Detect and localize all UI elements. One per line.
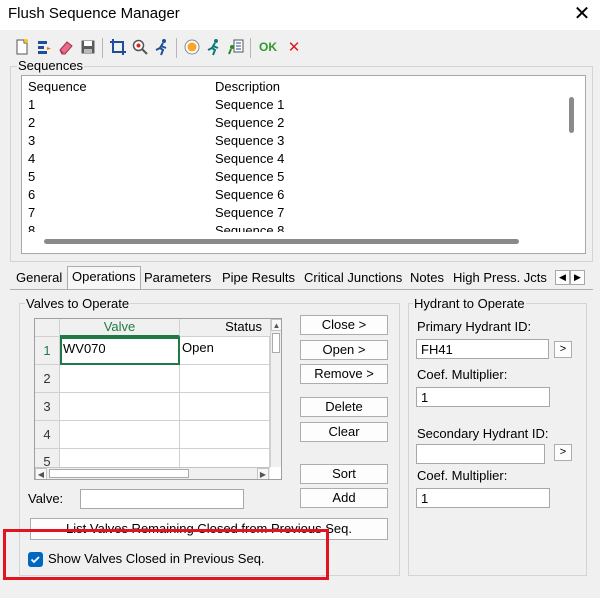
grid-cell-valve[interactable] [60,421,180,449]
run-icon[interactable] [204,36,224,58]
tab-strip: General Operations Parameters Pipe Resul… [0,266,600,290]
zoom-icon[interactable] [130,36,150,58]
list-item[interactable]: 7 Sequence 7 [22,205,562,223]
list-item[interactable]: 3 Sequence 3 [22,133,562,151]
scroll-right-icon[interactable]: ▶ [257,468,269,479]
column-header-valve[interactable]: Valve [60,319,180,337]
primary-hydrant-input[interactable]: FH41 [416,339,549,359]
open-valve-button[interactable]: Open > [300,340,388,360]
sequence-list-horizontal-scrollbar[interactable] [44,239,519,244]
sequence-list-vertical-scrollbar[interactable] [569,97,574,133]
grid-cell-valve[interactable] [60,449,180,469]
list-item[interactable]: 5 Sequence 5 [22,169,562,187]
tab-scroll-right-icon[interactable]: ▶ [570,270,585,285]
grid-cell-status[interactable] [180,393,270,421]
close-window-button[interactable]: ✕ [568,1,596,27]
grid-cell-status[interactable] [180,449,270,469]
hydrant-group-label: Hydrant to Operate [413,296,526,311]
tab-notes[interactable]: Notes [406,268,448,288]
grid-cell-status[interactable]: Open [180,337,270,365]
toolbar-separator [102,38,103,58]
list-item[interactable]: 4 Sequence 4 [22,151,562,169]
valves-grid[interactable]: Valve Status 1 2 3 4 5 WV070 Open ▲ ◀ ▶ [34,318,282,480]
primary-coef-multiplier-input[interactable]: 1 [416,387,550,407]
row-header: 4 [35,421,60,449]
grid-horizontal-scroll-thumb[interactable] [49,469,189,478]
tab-high-press-jcts[interactable]: High Press. Jcts [449,268,551,288]
ok-icon[interactable]: OK [256,36,280,58]
new-document-icon[interactable] [12,36,32,58]
tab-operations[interactable]: Operations [67,266,141,289]
coef-multiplier-label: Coef. Multiplier: [417,367,508,382]
tab-critical-junctions[interactable]: Critical Junctions [300,268,406,288]
list-item[interactable]: 2 Sequence 2 [22,115,562,133]
grid-cell-status[interactable] [180,365,270,393]
sort-button[interactable]: Sort [300,464,388,484]
grid-cell-valve[interactable] [60,393,180,421]
grid-cell-status[interactable] [180,421,270,449]
crop-icon[interactable] [108,36,128,58]
window-title: Flush Sequence Manager [8,5,180,22]
cancel-icon[interactable]: ✕ [284,36,304,58]
secondary-hydrant-input[interactable] [416,444,545,464]
row-header: 1 [35,337,60,365]
grid-corner [35,319,60,337]
row-header: 5 [35,449,60,469]
column-header-sequence[interactable]: Sequence [28,79,87,94]
highlight-annotation [3,529,329,580]
toolbar-separator [250,38,251,58]
tab-parameters[interactable]: Parameters [140,268,215,288]
tab-general[interactable]: General [12,268,66,288]
column-header-description[interactable]: Description [215,79,280,94]
row-header: 2 [35,365,60,393]
valves-group-label: Valves to Operate [25,296,131,311]
eraser-icon[interactable] [56,36,76,58]
clear-button[interactable]: Clear [300,422,388,442]
save-icon[interactable] [78,36,98,58]
column-header-status[interactable]: Status [180,319,281,337]
scroll-left-icon[interactable]: ◀ [35,468,47,479]
tab-pipe-results[interactable]: Pipe Results [218,268,299,288]
toolbar: OK ✕ [10,36,362,60]
pick-primary-hydrant-button[interactable]: > [554,341,572,358]
find-runner-icon[interactable] [152,36,172,58]
sequence-list[interactable]: Sequence Description 1 Sequence 1 2 Sequen… [21,75,586,254]
properties-icon[interactable] [34,36,54,58]
grid-cell-valve[interactable] [60,365,180,393]
secondary-coef-multiplier-input[interactable]: 1 [416,488,550,508]
toolbar-separator [176,38,177,58]
target-icon[interactable] [182,36,202,58]
grid-cell-valve[interactable]: WV070 [60,337,180,365]
scroll-up-icon[interactable]: ▲ [271,319,281,331]
primary-hydrant-label: Primary Hydrant ID: [417,319,532,334]
row-header: 3 [35,393,60,421]
coef-multiplier-label: Coef. Multiplier: [417,468,508,483]
report-icon[interactable] [226,36,246,58]
close-valve-button[interactable]: Close > [300,315,388,335]
valve-label: Valve: [28,491,64,506]
list-item[interactable]: 6 Sequence 6 [22,187,562,205]
pick-secondary-hydrant-button[interactable]: > [554,444,572,461]
add-button[interactable]: Add [300,488,388,508]
list-item[interactable]: 1 Sequence 1 [22,97,562,115]
delete-button[interactable]: Delete [300,397,388,417]
tab-scroll-left-icon[interactable]: ◀ [555,270,570,285]
sequences-group-label: Sequences [17,58,85,73]
valve-input[interactable] [80,489,244,509]
remove-valve-button[interactable]: Remove > [300,364,388,384]
secondary-hydrant-label: Secondary Hydrant ID: [417,426,549,441]
grid-vertical-scroll-thumb[interactable] [272,333,280,353]
